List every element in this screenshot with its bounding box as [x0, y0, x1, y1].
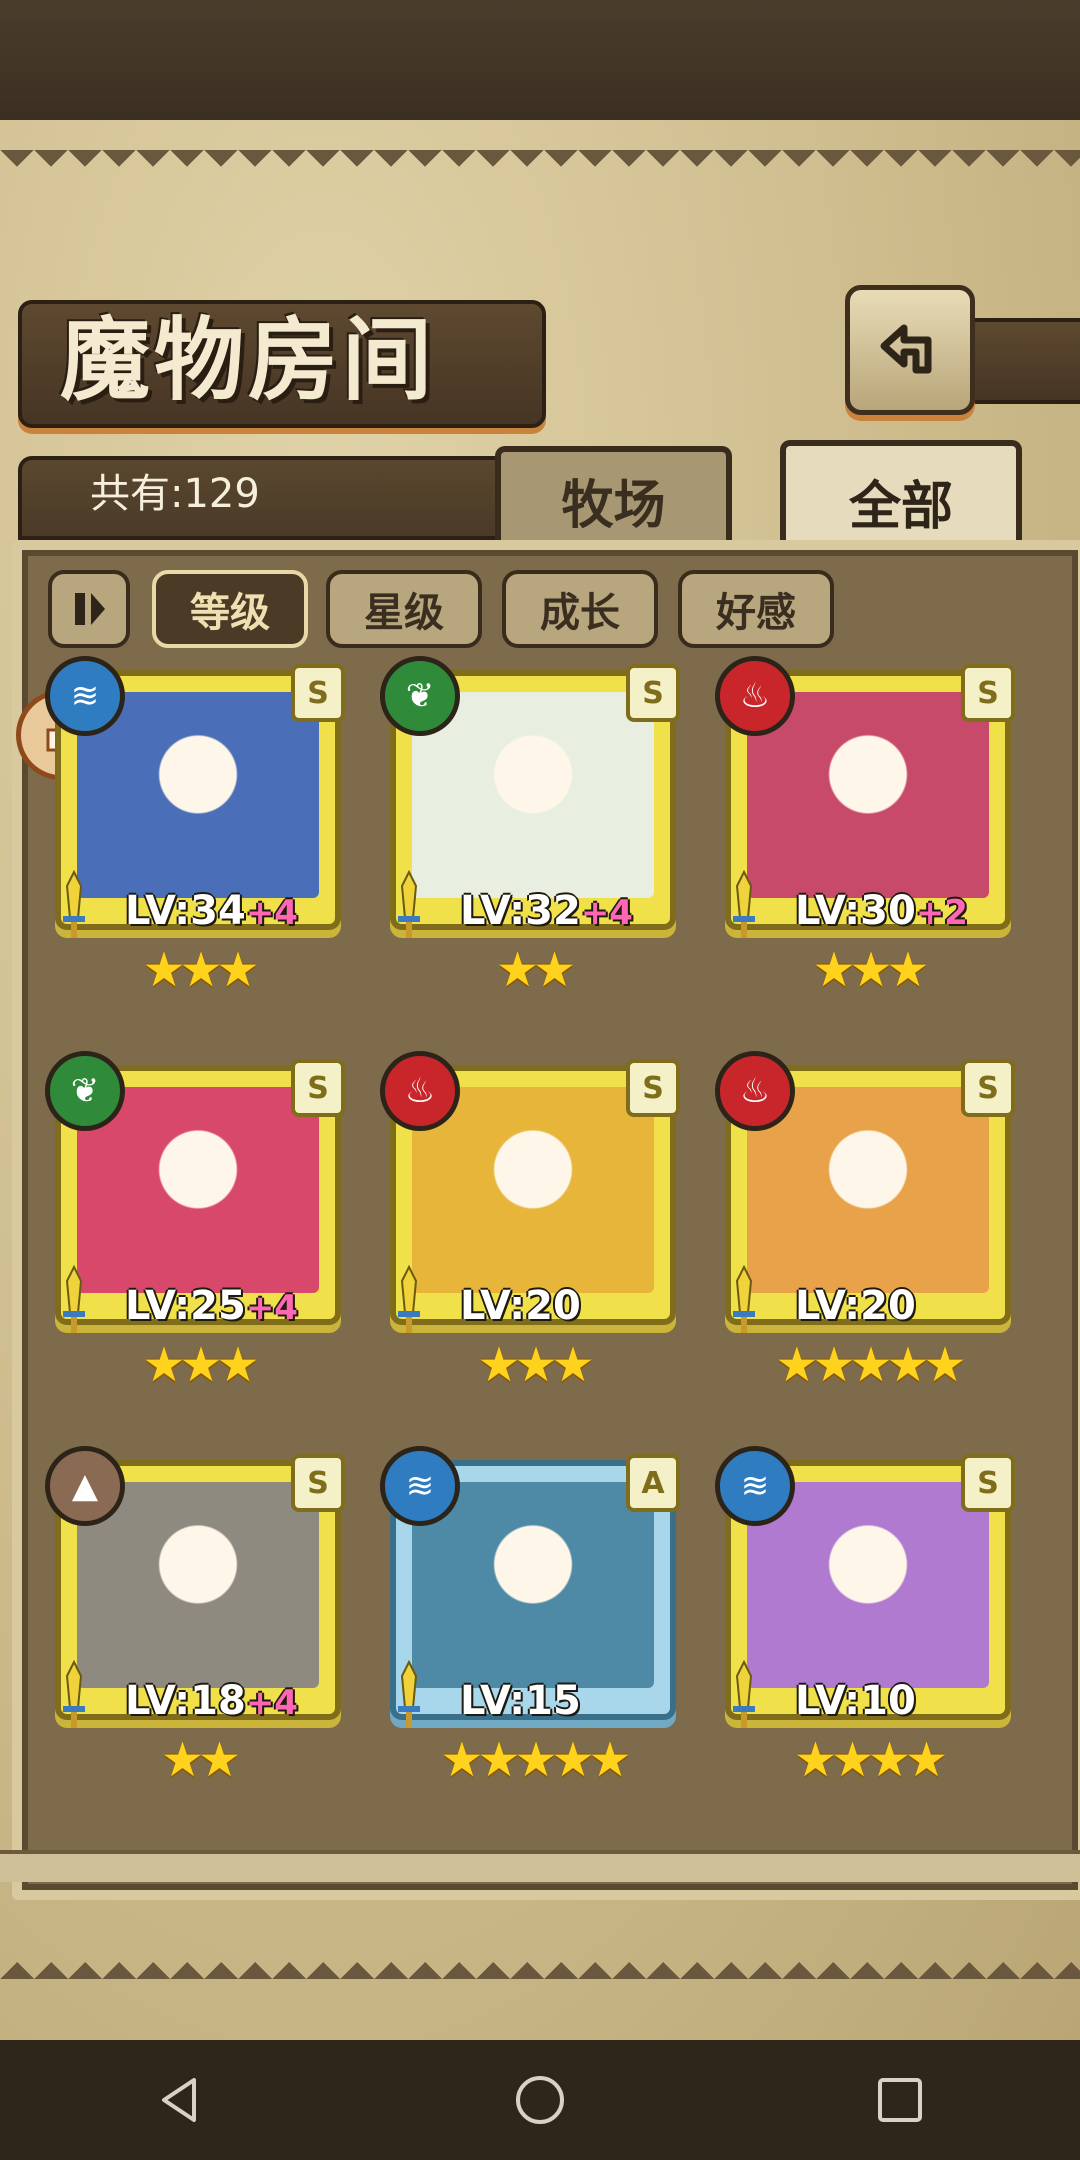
panel-bottom-rail — [0, 1850, 1080, 1882]
level-value: LV:20 — [795, 1283, 916, 1329]
monster-card[interactable]: LV:34+4 ★★★ ≋ S — [45, 656, 345, 998]
fire-icon: ♨ — [715, 1051, 795, 1131]
level-value: LV:20 — [460, 1283, 581, 1329]
rank-badge: S — [961, 1059, 1015, 1117]
star-rating: ★★ — [495, 942, 576, 998]
fire-icon: ♨ — [380, 1051, 460, 1131]
monster-level: LV:10 — [795, 1678, 916, 1724]
level-bonus: +4 — [245, 893, 298, 933]
rank-badge: S — [291, 1454, 345, 1512]
monster-level: LV:34+4 — [125, 888, 298, 934]
star-rating: ★★★ — [142, 942, 259, 998]
star-rating: ★★★★★ — [440, 1732, 631, 1788]
sort-by-growth[interactable]: 成长 — [502, 570, 658, 648]
monster-level: LV:20 — [460, 1283, 581, 1329]
monster-card[interactable]: LV:20 ★★★ ♨ S — [380, 1051, 680, 1393]
sort-by-affection[interactable]: 好感 — [678, 570, 834, 648]
star-rating: ★★★ — [477, 1337, 594, 1393]
level-value: LV:18 — [125, 1678, 246, 1724]
sword-icon — [733, 1265, 755, 1333]
water-icon: ≋ — [715, 1446, 795, 1526]
level-value: LV:25 — [125, 1283, 246, 1329]
monster-count: 共有:129 — [90, 471, 260, 517]
rank-badge: S — [961, 1454, 1015, 1512]
leaf-icon: ❦ — [45, 1051, 125, 1131]
nav-recents-button[interactable] — [860, 2060, 940, 2140]
zigzag-border-bottom — [0, 1945, 1080, 1979]
star-rating: ★★★ — [812, 942, 929, 998]
sword-icon — [398, 1660, 420, 1728]
monster-card[interactable]: LV:32+4 ★★ ❦ S — [380, 656, 680, 998]
system-nav-bar — [0, 2040, 1080, 2160]
sword-icon — [63, 870, 85, 938]
rank-badge: S — [626, 664, 680, 722]
monster-level: LV:20 — [795, 1283, 916, 1329]
top-band — [0, 0, 1080, 120]
level-value: LV:30 — [795, 888, 916, 934]
monster-card[interactable]: LV:25+4 ★★★ ❦ S — [45, 1051, 345, 1393]
monster-card[interactable]: LV:30+2 ★★★ ♨ S — [715, 656, 1015, 998]
sword-icon — [733, 870, 755, 938]
sort-toggle-button[interactable] — [48, 570, 130, 648]
tab-farm[interactable]: 牧场 — [495, 446, 732, 548]
water-icon: ≋ — [45, 656, 125, 736]
fire-icon: ♨ — [715, 656, 795, 736]
rank-badge: S — [961, 664, 1015, 722]
monster-level: LV:15 — [460, 1678, 581, 1724]
level-bonus: +2 — [915, 893, 968, 933]
sort-by-level[interactable]: 等级 — [152, 570, 308, 648]
star-rating: ★★★★★ — [775, 1337, 966, 1393]
sword-icon — [63, 1660, 85, 1728]
monster-level: LV:32+4 — [460, 888, 633, 934]
return-button[interactable] — [845, 285, 975, 415]
monster-card[interactable]: LV:20 ★★★★★ ♨ S — [715, 1051, 1015, 1393]
sword-icon — [733, 1660, 755, 1728]
level-bonus: +4 — [245, 1683, 298, 1723]
zigzag-border-top — [0, 150, 1080, 184]
sort-by-stars[interactable]: 星级 — [326, 570, 482, 648]
sword-icon — [63, 1265, 85, 1333]
rank-badge: S — [626, 1059, 680, 1117]
sword-icon — [398, 1265, 420, 1333]
monster-level: LV:25+4 — [125, 1283, 298, 1329]
water-icon: ≋ — [380, 1446, 460, 1526]
level-value: LV:34 — [125, 888, 246, 934]
nav-back-button[interactable] — [140, 2060, 220, 2140]
rock-icon: ▲ — [45, 1446, 125, 1526]
rank-badge: S — [291, 1059, 345, 1117]
nav-home-button[interactable] — [500, 2060, 580, 2140]
monster-card[interactable]: LV:10 ★★★★ ≋ S — [715, 1446, 1015, 1788]
level-value: LV:10 — [795, 1678, 916, 1724]
page-title: 魔物房间 — [60, 307, 436, 413]
tab-all[interactable]: 全部 — [780, 440, 1022, 556]
level-value: LV:15 — [460, 1678, 581, 1724]
monster-level: LV:30+2 — [795, 888, 968, 934]
star-rating: ★★ — [160, 1732, 241, 1788]
back-triangle-icon — [162, 2078, 196, 2122]
star-rating: ★★★★ — [793, 1732, 948, 1788]
monster-card[interactable]: LV:15 ★★★★★ ≋ A — [380, 1446, 680, 1788]
level-bonus: +4 — [245, 1288, 298, 1328]
level-bonus: +4 — [580, 893, 633, 933]
star-rating: ★★★ — [142, 1337, 259, 1393]
return-arrow-icon — [880, 324, 932, 374]
pause-icon — [75, 593, 105, 625]
recents-square-icon — [878, 2078, 922, 2122]
level-value: LV:32 — [460, 888, 581, 934]
leaf-icon: ❦ — [380, 656, 460, 736]
home-circle-icon — [516, 2076, 564, 2124]
rank-badge: A — [626, 1454, 680, 1512]
monster-card[interactable]: LV:18+4 ★★ ▲ S — [45, 1446, 345, 1788]
back-button-rail — [960, 318, 1080, 404]
sword-icon — [398, 870, 420, 938]
rank-badge: S — [291, 664, 345, 722]
monster-level: LV:18+4 — [125, 1678, 298, 1724]
